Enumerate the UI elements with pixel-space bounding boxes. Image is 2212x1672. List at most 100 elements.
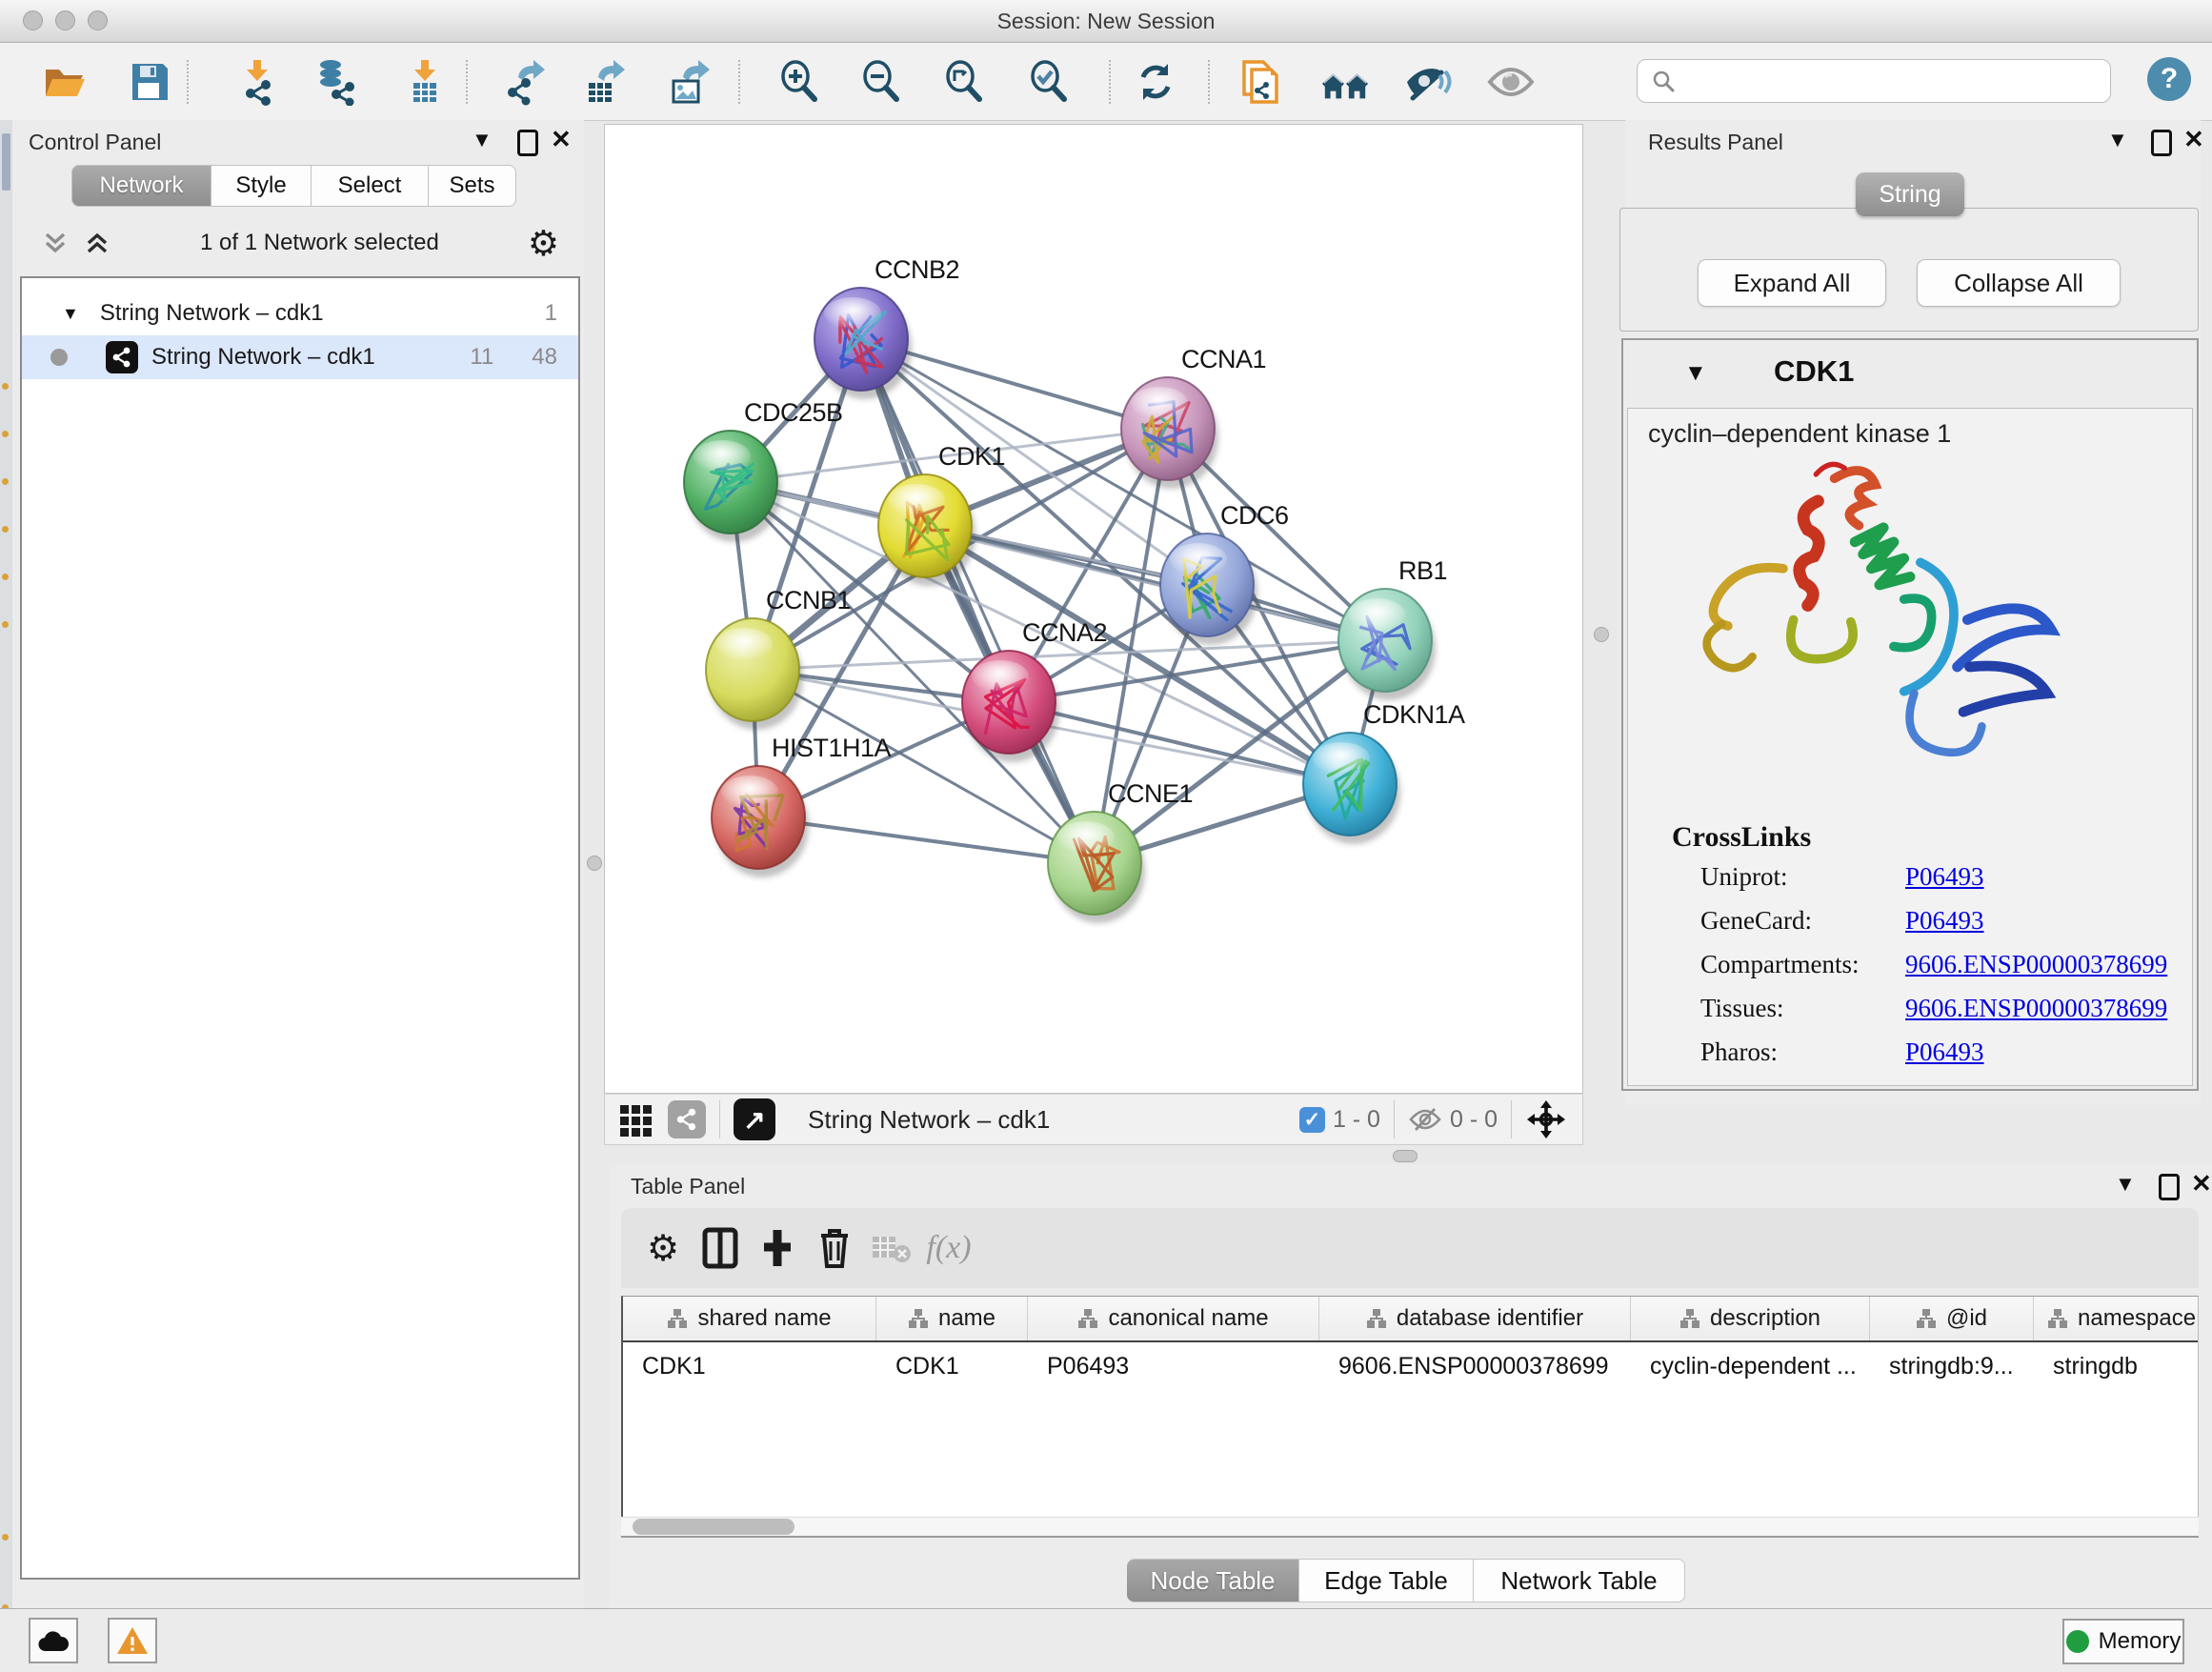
help-button[interactable]: ? (2147, 57, 2191, 101)
table-horizontal-scrollbar[interactable] (621, 1517, 2199, 1538)
panel-float-icon[interactable] (2159, 1174, 2180, 1200)
network-canvas[interactable]: CCNB2CCNA1CDC25BCDK1CDC6RB1CCNB1CCNA2CDK… (605, 125, 1582, 1093)
column-header[interactable]: database identifier (1319, 1297, 1631, 1340)
network-status-dot (50, 349, 68, 366)
left-splitter-handle[interactable] (587, 856, 602, 871)
node-label: CCNA2 (1022, 618, 1107, 647)
export-table-icon[interactable] (580, 57, 630, 107)
tab-node-table[interactable]: Node Table (1127, 1559, 1299, 1602)
crosslink-value[interactable]: P06493 (1905, 862, 1984, 892)
toolbar-separator (738, 60, 740, 104)
column-header[interactable]: @id (1870, 1297, 2034, 1340)
search-input[interactable] (1637, 59, 2111, 103)
export-network-icon[interactable] (500, 57, 550, 107)
zoom-selected-icon[interactable] (1025, 57, 1075, 107)
birds-eye-view-icon[interactable]: ↗ (734, 1098, 775, 1140)
selected-nodes-checkbox[interactable]: ✓ (1299, 1107, 1325, 1133)
protein-collapse-icon[interactable]: ▼ (1684, 360, 1707, 387)
gear-icon[interactable]: ⚙ (528, 226, 559, 261)
hide-glass-icon[interactable] (1403, 57, 1453, 107)
zoom-out-icon[interactable] (857, 57, 907, 107)
tab-select[interactable]: Select (312, 165, 429, 207)
network-node-ccnb1[interactable]: CCNB1 (706, 586, 851, 721)
network-overview-icon[interactable] (668, 1100, 706, 1138)
zoom-fit-icon[interactable] (940, 57, 990, 107)
column-header[interactable]: canonical name (1028, 1297, 1319, 1340)
crosslink-label: Compartments: (1700, 950, 1859, 979)
right-splitter-handle[interactable] (1594, 627, 1609, 642)
node-label: RB1 (1398, 556, 1447, 585)
refresh-icon[interactable] (1131, 57, 1180, 107)
hidden-count: 0 - 0 (1450, 1106, 1498, 1134)
network-node-ccna1[interactable]: CCNA1 (1121, 345, 1266, 480)
column-header[interactable]: shared name (623, 1297, 876, 1340)
toolbar-separator (1208, 60, 1210, 104)
panel-float-icon[interactable] (517, 130, 538, 156)
show-glass-icon[interactable] (1486, 57, 1536, 107)
delete-column-icon[interactable] (806, 1223, 863, 1273)
column-header[interactable]: namespace (2034, 1297, 2199, 1340)
import-database-icon[interactable] (312, 57, 362, 107)
tree-collapse-icon[interactable]: ▼ (62, 304, 79, 324)
import-network-icon[interactable] (233, 57, 283, 107)
tab-network[interactable]: Network (71, 165, 211, 207)
collapse-all-icon[interactable] (41, 229, 70, 257)
crosslink-value[interactable]: 9606.ENSP00000378699 (1905, 994, 2167, 1023)
scrollbar-thumb[interactable] (633, 1519, 794, 1535)
node-label: CDK1 (938, 442, 1005, 471)
warning-button[interactable] (108, 1618, 157, 1663)
panel-close-icon[interactable]: ✕ (2191, 1169, 2212, 1199)
open-folder-icon[interactable] (40, 57, 90, 107)
save-icon[interactable] (125, 57, 174, 107)
memory-button[interactable]: Memory (2062, 1619, 2184, 1664)
panel-close-icon[interactable]: ✕ (551, 125, 572, 154)
tab-edge-table[interactable]: Edge Table (1299, 1559, 1474, 1602)
clone-network-icon[interactable] (1236, 57, 1285, 107)
node-label: CDC6 (1220, 501, 1289, 530)
panel-float-icon[interactable] (2151, 130, 2172, 156)
crosslink-value[interactable]: P06493 (1905, 906, 1984, 936)
network-tree-child-row[interactable]: String Network – cdk1 11 48 (22, 335, 578, 379)
expand-all-icon[interactable] (83, 229, 111, 257)
tab-style[interactable]: Style (211, 165, 312, 207)
table-gear-icon[interactable]: ⚙ (634, 1223, 692, 1273)
crosslink-label: Tissues: (1700, 994, 1784, 1023)
protein-description: cyclin–dependent kinase 1 (1648, 419, 1951, 449)
network-node-ccnb2[interactable]: CCNB2 (814, 255, 959, 391)
collapse-all-button[interactable]: Collapse All (1917, 259, 2121, 307)
pan-move-icon[interactable] (1525, 1098, 1567, 1140)
column-header[interactable]: description (1631, 1297, 1870, 1340)
import-table-icon[interactable] (400, 57, 450, 107)
panel-close-icon[interactable]: ✕ (2183, 125, 2204, 154)
add-column-icon[interactable] (749, 1223, 806, 1273)
search-icon (1651, 69, 1676, 93)
network-node-count: 11 (470, 344, 493, 371)
table-panel-title: Table Panel (631, 1174, 745, 1199)
tab-sets[interactable]: Sets (429, 165, 516, 207)
toolbar-separator (187, 60, 189, 104)
string-home-icon[interactable] (1320, 57, 1370, 107)
column-header[interactable]: name (876, 1297, 1028, 1340)
crosslink-value[interactable]: P06493 (1905, 1037, 1984, 1067)
network-node-cdkn1a[interactable]: CDKN1A (1303, 700, 1465, 836)
warning-icon (115, 1625, 150, 1656)
panel-menu-icon[interactable]: ▼ (472, 128, 493, 152)
crosslink-value[interactable]: 9606.ENSP00000378699 (1905, 950, 2167, 979)
tab-string[interactable]: String (1856, 172, 1964, 216)
grid-view-icon[interactable] (618, 1101, 654, 1138)
zoom-in-icon[interactable] (775, 57, 825, 107)
table-header-row: shared name name canonical name database… (623, 1297, 2198, 1342)
panel-menu-icon[interactable]: ▼ (2107, 128, 2128, 152)
panel-menu-icon[interactable]: ▼ (2115, 1172, 2136, 1197)
network-view-title: String Network – cdk1 (808, 1105, 1050, 1135)
cloud-button[interactable] (29, 1618, 78, 1663)
network-node-ccne1[interactable]: CCNE1 (1048, 779, 1193, 915)
network-root-count: 1 (545, 300, 557, 327)
columns-icon[interactable] (692, 1223, 749, 1273)
network-tree-root-row[interactable]: ▼ String Network – cdk1 1 (22, 292, 578, 335)
horizontal-splitter-handle[interactable] (1393, 1150, 1418, 1162)
tab-network-table[interactable]: Network Table (1474, 1559, 1685, 1602)
export-image-icon[interactable] (665, 57, 714, 107)
expand-all-button[interactable]: Expand All (1698, 259, 1886, 307)
table-row[interactable]: CDK1 CDK1 P06493 9606.ENSP00000378699 cy… (623, 1342, 2198, 1390)
